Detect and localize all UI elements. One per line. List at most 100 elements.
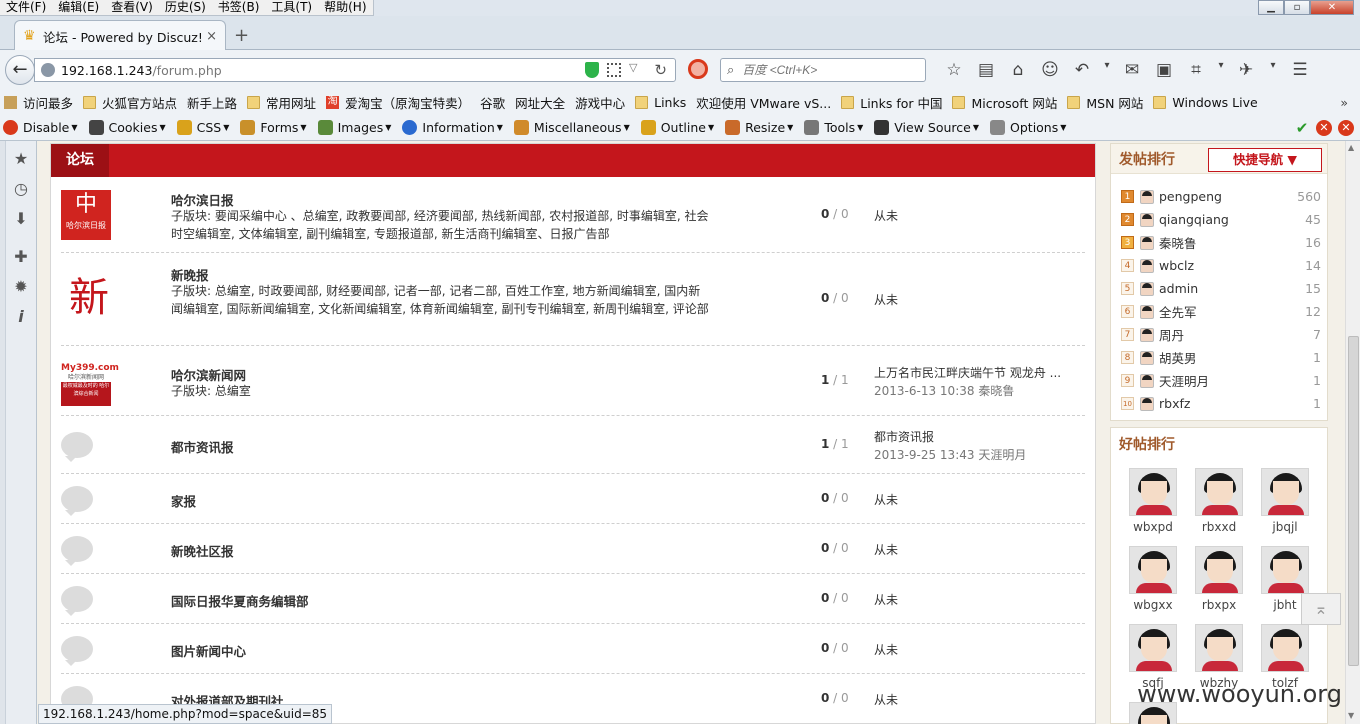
last-post-time[interactable]: 2013-6-13 10:38 秦晓鲁 [874,382,1074,400]
ranking-item[interactable]: 7 周丹 7 [1121,323,1321,346]
menu-history[interactable]: 历史(S) [159,0,212,15]
window-close-button[interactable]: ✕ [1310,0,1354,15]
extension-dropdown-icon[interactable]: ▾ [1262,60,1284,80]
ranking-item[interactable]: 2 qiangqiang 45 [1121,208,1321,231]
dev-css-menu[interactable]: CSS ▼ [176,120,229,135]
bookmark-firefox-site[interactable]: 火狐官方站点 [83,93,177,112]
crop-icon[interactable]: ⌗ [1180,60,1212,80]
undo-dropdown-icon[interactable]: ▾ [1098,60,1116,80]
history-clock-icon[interactable]: ◷ [12,180,30,198]
new-tab-button[interactable]: + [234,25,249,46]
undo-icon[interactable]: ↶ [1066,60,1098,80]
bookmark-windows-live[interactable]: Windows Live [1153,95,1258,110]
menu-file[interactable]: 文件(F) [0,0,52,15]
back-to-top-button[interactable]: ⌅ [1301,593,1341,625]
bookmark-getting-started[interactable]: 新手上路 [187,93,237,112]
dev-tools-menu[interactable]: Tools ▼ [804,120,863,135]
tab-close-icon[interactable]: × [206,29,217,44]
page-scrollbar[interactable]: ▲ ▼ [1345,141,1360,724]
user-tile[interactable]: rbxxd [1194,468,1244,534]
chat-icon[interactable]: ☺ [1034,60,1066,80]
dev-forms-menu[interactable]: Forms ▼ [240,120,307,135]
dev-resize-menu[interactable]: Resize ▼ [725,120,793,135]
bookmark-links-china[interactable]: Links for 中国 [841,93,942,112]
bookmark-games[interactable]: 游戏中心 [575,93,625,112]
last-post-title[interactable]: 上万名市民江畔庆端午节 观龙舟 ... [874,364,1074,382]
crop-dropdown-icon[interactable]: ▾ [1212,60,1230,80]
forum-subforums[interactable]: 子版块: 总编室, 时政要闻部, 财经要闻部, 记者一部, 记者二部, 百姓工作… [171,282,711,318]
comment-icon[interactable]: ✉ [1116,60,1148,80]
bookmark-vmware[interactable]: 欢迎使用 VMware vS... [696,93,831,112]
menu-bookmarks[interactable]: 书签(B) [212,0,266,15]
search-input[interactable] [742,63,903,77]
qrcode-icon[interactable] [607,63,621,77]
search-bar[interactable]: ⌕ [720,58,926,82]
hamburger-menu-icon[interactable]: ☰ [1284,60,1316,80]
info-icon[interactable]: i [12,308,30,326]
home-icon[interactable]: ⌂ [1002,60,1034,80]
ranking-item[interactable]: 5 admin 15 [1121,277,1321,300]
forum-bubble-icon[interactable] [61,486,93,516]
shield-icon[interactable] [585,62,599,78]
tab-forum[interactable]: ♛ 论坛 - Powered by Discuz! × [14,20,226,51]
extension-icon[interactable]: ✈ [1230,60,1262,80]
url-bar[interactable]: 192.168.1.243/forum.php ▽ ↻ [34,58,676,82]
user-tile[interactable]: rbxpx [1194,546,1244,612]
back-button[interactable]: ← [5,55,35,85]
reload-icon[interactable]: ↻ [654,61,667,79]
menu-tools[interactable]: 工具(T) [265,0,318,15]
dev-images-menu[interactable]: Images ▼ [317,120,391,135]
bookmark-microsoft[interactable]: Microsoft 网站 [952,93,1057,112]
reader-icon[interactable]: ▣ [1148,60,1180,80]
dev-options-menu[interactable]: Options ▼ [990,120,1066,135]
user-tile[interactable]: jbqjl [1260,468,1310,534]
forum-logo-my399[interactable]: My399.com 哈尔滨新闻网 最权威最及时的 哈尔滨综合新闻 [61,362,119,406]
scroll-up-icon[interactable]: ▲ [1348,143,1354,152]
bookmark-links[interactable]: Links [635,95,686,110]
dev-view-source-menu[interactable]: View Source ▼ [874,120,979,135]
bookmark-most-visited[interactable]: 访问最多 [4,93,73,112]
check-icon[interactable]: ✔ [1294,120,1310,136]
dev-misc-menu[interactable]: Miscellaneous ▼ [513,120,630,135]
download-arrow-icon[interactable]: ⬇ [12,210,30,228]
sidebar-grip[interactable] [0,141,6,724]
dev-outline-menu[interactable]: Outline ▼ [640,120,714,135]
scrollbar-thumb[interactable] [1348,336,1359,666]
forum-name[interactable]: 都市资讯报 [171,437,234,456]
reading-list-icon[interactable]: ▤ [970,60,1002,80]
dev-information-menu[interactable]: Information ▼ [402,120,503,135]
gear-icon[interactable]: ✹ [12,278,30,296]
user-tile[interactable]: wbgxx [1128,546,1178,612]
forum-logo-ribao[interactable]: 中哈尔滨日报 [61,190,111,240]
forum-bubble-icon[interactable] [61,536,93,566]
user-tile[interactable]: wbxpd [1128,468,1178,534]
forum-name[interactable]: 国际日报华夏商务编辑部 [171,591,309,610]
bookmark-common-sites[interactable]: 常用网址 [247,93,316,112]
menu-help[interactable]: 帮助(H) [318,0,372,15]
menu-edit[interactable]: 编辑(E) [52,0,105,15]
forum-bubble-icon[interactable] [61,432,93,462]
bookmark-taobao[interactable]: 淘爱淘宝（原淘宝特卖） [326,93,470,112]
ranking-item[interactable]: 4 wbclz 14 [1121,254,1321,277]
puzzle-icon[interactable]: ✚ [12,248,30,266]
forum-bubble-icon[interactable] [61,636,93,666]
bookmark-msn[interactable]: MSN 网站 [1067,93,1143,112]
bookmark-directory[interactable]: 网址大全 [515,93,565,112]
maximize-button[interactable]: ▫ [1284,0,1310,15]
forum-name[interactable]: 图片新闻中心 [171,641,246,660]
bookmark-star-icon[interactable]: ☆ [938,60,970,80]
forum-name[interactable]: 新晚社区报 [171,541,234,560]
dev-cookies-menu[interactable]: Cookies ▼ [88,120,166,135]
ranking-item[interactable]: 3 秦晓鲁 16 [1121,231,1321,254]
menu-view[interactable]: 查看(V) [105,0,159,15]
ranking-item[interactable]: 8 胡英男 1 [1121,346,1321,369]
error-icon[interactable]: ✕ [1338,120,1354,136]
dev-disable-menu[interactable]: Disable ▼ [3,120,78,135]
forum-subforums[interactable]: 子版块: 总编室 [171,382,711,400]
bookmarks-overflow-button[interactable]: » [1340,95,1348,110]
quick-nav-button[interactable]: 快捷导航 ▼ [1208,148,1322,172]
forum-logo-xinwan[interactable]: 新 [69,273,109,323]
bookmarks-star-icon[interactable]: ★ [12,150,30,168]
forum-subforums[interactable]: 子版块: 要闻采编中心 、总编室, 政教要闻部, 经济要闻部, 热线新闻部, 农… [171,207,711,243]
bookmark-google[interactable]: 谷歌 [480,93,505,112]
